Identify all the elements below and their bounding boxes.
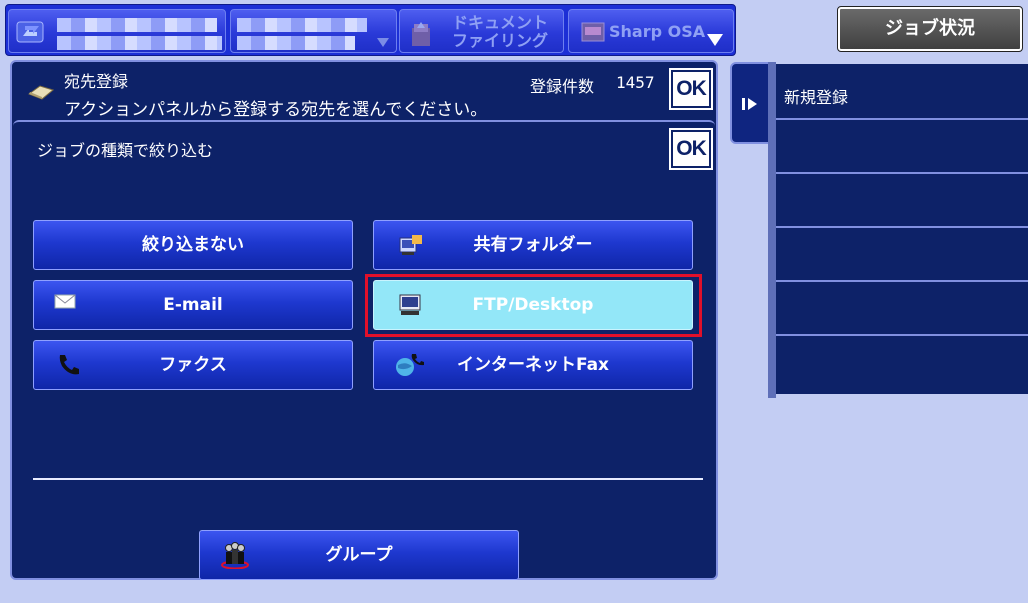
email-label: E-mail: [163, 295, 223, 315]
sharp-osa-label: Sharp OSA: [609, 22, 706, 41]
action-panel: 新規登録: [776, 64, 1028, 394]
fax-button[interactable]: ファクス: [33, 340, 353, 390]
home-shortcut-button[interactable]: [8, 9, 226, 53]
job-status-button[interactable]: ジョブ状況: [837, 6, 1023, 52]
action-panel-toggle[interactable]: [730, 62, 770, 144]
registered-count-value: 1457: [616, 73, 655, 92]
action-item[interactable]: [776, 174, 1028, 228]
group-icon: [221, 542, 249, 569]
document-filing-label: ドキュメント ファイリング: [451, 13, 548, 50]
sharp-osa-button[interactable]: Sharp OSA: [568, 9, 734, 53]
envelope-icon: [54, 294, 76, 309]
expand-arrow-icon: [742, 98, 757, 110]
chevron-down-icon: [707, 34, 723, 46]
section-divider: [33, 478, 703, 480]
shared-folder-icon: [399, 235, 422, 255]
no-filter-label: 絞り込まない: [142, 235, 244, 255]
filter-title: ジョブの種類で絞り込む: [37, 141, 214, 160]
address-book-icon: [28, 85, 54, 100]
panel-header: 宛先登録 アクションパネルから登録する宛先を選んでください。 登録件数 1457…: [12, 62, 716, 120]
address-registration-panel: 宛先登録 アクションパネルから登録する宛先を選んでください。 登録件数 1457…: [10, 60, 718, 580]
email-button[interactable]: E-mail: [33, 280, 353, 330]
osa-icon: [581, 22, 605, 42]
selection-highlight-frame: [365, 274, 702, 337]
address-selector-button[interactable]: [230, 9, 397, 53]
filter-ok-button[interactable]: OK: [669, 128, 713, 170]
action-item-new-registration[interactable]: 新規登録: [776, 64, 1028, 120]
header-ok-button[interactable]: OK: [669, 68, 713, 110]
top-navigation: ドキュメント ファイリング Sharp OSA: [5, 4, 736, 56]
phone-icon: [59, 355, 79, 375]
blurred-text: [57, 18, 217, 32]
instruction-message: アクションパネルから登録する宛先を選んでください。: [64, 100, 488, 120]
top-bar: ドキュメント ファイリング Sharp OSA ジョブ状況: [0, 0, 1028, 58]
page-title: 宛先登録: [64, 72, 129, 91]
action-panel-scrollbar[interactable]: [768, 62, 776, 398]
document-filing-button[interactable]: ドキュメント ファイリング: [399, 9, 564, 53]
action-item[interactable]: [776, 120, 1028, 174]
blurred-text: [237, 18, 367, 32]
filter-section: ジョブの種類で絞り込む OK 絞り込まない 共有フォルダー E-mail FTP…: [13, 120, 715, 580]
group-button[interactable]: グループ: [199, 530, 519, 580]
refresh-arrows-icon: [16, 21, 44, 43]
document-filing-icon: [412, 22, 430, 46]
action-item[interactable]: [776, 228, 1028, 282]
blurred-text: [57, 36, 222, 50]
group-label: グループ: [325, 545, 393, 565]
no-filter-button[interactable]: 絞り込まない: [33, 220, 353, 270]
registered-count-label: 登録件数: [530, 77, 595, 96]
action-item[interactable]: [776, 282, 1028, 336]
fax-label: ファクス: [159, 355, 227, 375]
internet-fax-button[interactable]: インターネットFax: [373, 340, 693, 390]
internet-fax-icon: [396, 354, 424, 376]
action-item[interactable]: [776, 336, 1028, 390]
shared-folder-button[interactable]: 共有フォルダー: [373, 220, 693, 270]
action-item-label: 新規登録: [784, 88, 849, 107]
shared-folder-label: 共有フォルダー: [473, 235, 593, 255]
chevron-down-icon: [377, 38, 389, 47]
internet-fax-label: インターネットFax: [456, 355, 610, 375]
blurred-text: [237, 36, 355, 50]
